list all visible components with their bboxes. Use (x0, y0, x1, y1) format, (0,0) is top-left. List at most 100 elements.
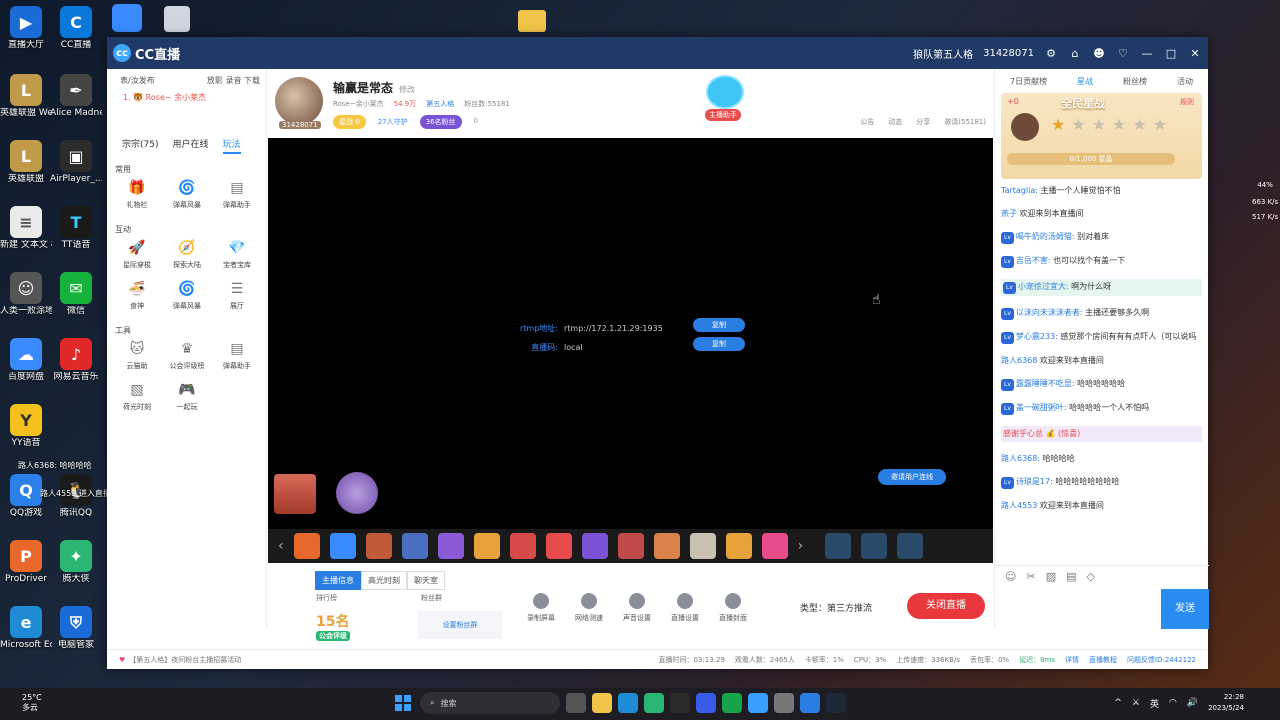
app-icon[interactable] (774, 693, 794, 713)
tool-star-travel[interactable]: 🚀 星际穿梭 (112, 239, 162, 270)
guard-tag[interactable]: 27人守护 (372, 115, 414, 129)
gift-item[interactable] (401, 533, 428, 559)
desktop-icon-pc-manager[interactable]: ⛨ 电脑管家 (50, 606, 102, 651)
desktop-icon-new-text[interactable]: ≡ 新建 文本文 档 (0, 206, 52, 251)
detail-link[interactable]: 详情 (1065, 655, 1079, 665)
publish-menu[interactable]: 表/汝发布 (120, 75, 155, 86)
tab-activity[interactable]: 活动 (1177, 76, 1193, 87)
chrome-icon[interactable] (748, 693, 768, 713)
count-tag[interactable]: 0 (468, 115, 484, 129)
cc-taskbar-icon[interactable] (800, 693, 820, 713)
desktop-icon-alice[interactable]: ✒ Alice Madne... (50, 74, 102, 119)
gift-prev-icon[interactable]: ‹ (278, 538, 284, 554)
app-icon[interactable] (696, 693, 716, 713)
gift-item[interactable] (653, 533, 680, 559)
desktop-icon-folder[interactable] (518, 10, 546, 32)
start-button[interactable] (392, 692, 414, 714)
tool-treasure[interactable]: 💎 宝者宝库 (212, 239, 262, 270)
print-icon[interactable]: ▤ (1066, 570, 1076, 583)
desktop-icon-baidu-pan[interactable]: ☁ 百度网盘 (0, 338, 52, 383)
tool-danmu-helper-2[interactable]: ▤ 弹幕助手 (212, 340, 262, 371)
gift-item[interactable] (473, 533, 500, 559)
edit-name-link[interactable]: 修改 (399, 85, 415, 94)
gift-item[interactable] (329, 533, 356, 559)
desktop-icon-lol[interactable]: L 英雄联盟 (0, 140, 52, 185)
scissors-icon[interactable]: ✂ (1026, 570, 1035, 583)
live-cover-button[interactable]: 直播封面 (716, 593, 750, 623)
tool-danmu-storm[interactable]: 🌀 弹幕风暴 (162, 179, 212, 210)
tool-guild-rank[interactable]: ♛ 公会评级榜 (162, 340, 212, 371)
gift-item[interactable] (293, 533, 320, 559)
heart-icon[interactable]: ♡ (1116, 46, 1130, 60)
desktop-icon-prodriver[interactable]: P ProDriver (0, 540, 52, 585)
desktop-icon-live-hall[interactable]: ▶ 直播大厅 (0, 6, 52, 51)
users-icon[interactable]: ☻ (1092, 46, 1106, 60)
gift-item[interactable] (761, 533, 788, 559)
tab-online-users[interactable]: 用户在线 (172, 137, 208, 154)
wifi-icon[interactable]: ◠ (1169, 698, 1177, 708)
desktop-icon-lol-wegame[interactable]: L 英雄联盟 WeGame版 (0, 74, 52, 119)
taskbar-search[interactable]: ⌕ 搜索 (420, 692, 560, 714)
maximize-icon[interactable]: □ (1164, 46, 1178, 60)
weather-widget[interactable]: 25°C 多云 (22, 693, 42, 713)
tool-food-god[interactable]: 🍜 食神 (112, 280, 162, 311)
desktop-icon-tt[interactable]: T TT语音 (50, 206, 102, 251)
announcement-button[interactable]: 公告 (860, 117, 874, 127)
gift-store-icon[interactable] (897, 533, 924, 559)
tool-showroom[interactable]: ☰ 展厅 (212, 280, 262, 311)
gift-item[interactable] (689, 533, 716, 559)
streamer-assistant-mascot[interactable]: 主播助手 (703, 69, 747, 121)
emoji-icon[interactable]: ☺ (1005, 570, 1016, 583)
gift-item[interactable] (509, 533, 536, 559)
desktop-icon-yy[interactable]: Y YY语音 (0, 404, 52, 449)
tool-highlight[interactable]: ▧ 荷光时刻 (112, 381, 162, 412)
gift-next-icon[interactable]: › (798, 538, 804, 554)
steam-taskbar-icon[interactable] (826, 693, 846, 713)
minimize-icon[interactable]: — (1140, 46, 1154, 60)
record-menu[interactable]: 放影 录音 下载 (207, 75, 260, 86)
desktop-icon-human-fall[interactable]: ☺ 人类一败涂地 Human Fa... (0, 272, 52, 317)
broadcaster-avatar[interactable] (275, 77, 323, 125)
speed-test-button[interactable]: 网络测速 (572, 593, 606, 623)
copy-rtmp-button[interactable]: 复制 (693, 318, 745, 332)
tool-danmu-helper[interactable]: ▤ 弹幕助手 (212, 179, 262, 210)
steam-icon[interactable] (670, 693, 690, 713)
tab-streamer-info[interactable]: 主播信息 (315, 571, 361, 590)
image-icon[interactable]: ▨ (1046, 570, 1056, 583)
gift-item[interactable] (545, 533, 572, 559)
sound-settings-button[interactable]: 声音设置 (620, 593, 654, 623)
gift-promo-icon[interactable] (274, 474, 316, 514)
fan-promo-icon[interactable] (336, 472, 378, 514)
ime-indicator[interactable]: 英 (1150, 697, 1159, 710)
tab-star-war[interactable]: 星战 (1077, 76, 1093, 87)
copy-key-button[interactable]: 复制 (693, 337, 745, 351)
volume-icon[interactable]: 🔊 (1187, 698, 1198, 708)
desktop-icon-app-top1[interactable] (112, 4, 142, 32)
tab-guests[interactable]: 宗宗(75) (122, 137, 158, 154)
fans-tag[interactable]: 36名粉丝 (419, 115, 462, 129)
tag-icon[interactable]: ◇ (1087, 570, 1095, 583)
gift-item[interactable] (581, 533, 608, 559)
set-fan-group-button[interactable]: 设置粉丝群 (418, 611, 502, 639)
tray-app-icon[interactable]: ⚔ (1132, 698, 1140, 708)
send-button[interactable]: 发送 (1161, 589, 1209, 629)
home-icon[interactable]: ⌂ (1068, 46, 1082, 60)
tool-cloud-cat[interactable]: 🐱 云猫助 (112, 340, 162, 371)
tab-highlight[interactable]: 高光时刻 (361, 571, 407, 590)
desktop-icon-wechat[interactable]: ✉ 微信 (50, 272, 102, 317)
tool-danmu-storm-2[interactable]: 🌀 弹幕风暴 (162, 280, 212, 311)
task-view-icon[interactable] (566, 693, 586, 713)
feedback-link[interactable]: 问题反馈ID:2442122 (1127, 655, 1196, 665)
desktop-icon-edge[interactable]: e Microsoft Edge (0, 606, 52, 651)
desktop-icon-recycle-bin[interactable] (164, 6, 190, 32)
rank-value[interactable]: 15名 公会评级 (316, 611, 350, 641)
edge-taskbar-icon[interactable] (618, 693, 638, 713)
gift-item[interactable] (725, 533, 752, 559)
chat-input-area[interactable]: ☺ ✂ ▨ ▤ ◇ 发送 (995, 565, 1209, 629)
clock[interactable]: 22:28 2023/5/24 (1208, 692, 1244, 714)
file-explorer-icon[interactable] (592, 693, 612, 713)
desktop-icon-cc-live[interactable]: C CC直播 (50, 6, 102, 51)
close-live-button[interactable]: 关闭直播 (907, 593, 985, 619)
help-link[interactable]: 直播教程 (1089, 655, 1117, 665)
record-screen-button[interactable]: 录制屏幕 (524, 593, 558, 623)
